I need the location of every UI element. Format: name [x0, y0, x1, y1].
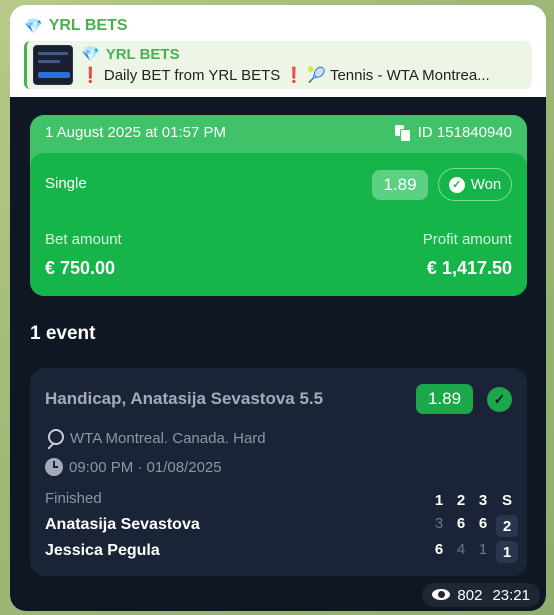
bet-id-label: ID 151840940: [417, 124, 512, 141]
event-league: WTA Montreal. Canada. Hard: [45, 429, 266, 448]
sets-total: 1: [496, 541, 518, 563]
score-row: 3 6 6 2: [428, 515, 518, 537]
bet-summary-card: 1 August 2025 at 01:57 PM ID 151840940 S…: [30, 115, 527, 296]
set-score: 3: [434, 515, 444, 532]
reply-title-label: YRL BETS: [105, 45, 180, 63]
reply-title: 💎 YRL BETS: [81, 45, 524, 64]
reply-line: ❗ Daily BET from YRL BETS ❗ 🎾 Tennis - W…: [81, 66, 524, 86]
player-name: Jessica Pegula: [45, 542, 160, 559]
set-header: 2: [456, 492, 466, 509]
check-icon: ✓: [487, 387, 512, 412]
event-odds: 1.89: [416, 384, 473, 414]
set-header: S: [501, 492, 512, 509]
exclamation-icon: ❗: [284, 66, 304, 84]
reply-text: 💎 YRL BETS ❗ Daily BET from YRL BETS ❗ 🎾…: [81, 45, 524, 86]
clock-icon: [45, 458, 63, 476]
event-status: Finished: [45, 490, 102, 507]
status-label: Won: [470, 176, 502, 193]
bet-slip-image: 1 August 2025 at 01:57 PM ID 151840940 S…: [10, 97, 546, 611]
bet-type: Single: [45, 175, 87, 192]
reply-preview[interactable]: 💎 YRL BETS ❗ Daily BET from YRL BETS ❗ 🎾…: [24, 41, 532, 89]
tennis-racket-icon: [45, 429, 64, 448]
status-badge: ✓ Won: [438, 168, 512, 201]
time-label: 09:00 PM · 01/08/2025: [69, 458, 222, 476]
events-title: 1 event: [30, 323, 96, 344]
message-footer: 802 23:21: [422, 583, 540, 607]
event-card: Handicap, Anatasija Sevastova 5.5 1.89 ✓…: [30, 368, 527, 576]
set-score: 6: [478, 515, 488, 532]
bet-odds: 1.89: [372, 170, 428, 200]
views-label: 802: [457, 586, 483, 604]
event-market: Handicap, Anatasija Sevastova 5.5: [45, 389, 324, 408]
check-icon: ✓: [448, 176, 465, 193]
copy-icon: [394, 125, 411, 142]
event-time: 09:00 PM · 01/08/2025: [45, 458, 222, 476]
league-label: WTA Montreal. Canada. Hard: [70, 430, 266, 447]
player-name: Anatasija Sevastova: [45, 516, 200, 533]
set-score: 4: [456, 541, 466, 558]
bet-date: 1 August 2025 at 01:57 PM: [45, 124, 226, 141]
set-score: 6: [456, 515, 466, 532]
message-time: 23:21: [492, 586, 530, 604]
message-header: 💎 YRL BETS 💎 YRL BETS ❗ Daily BET from Y…: [10, 5, 546, 97]
set-header: 3: [478, 492, 488, 509]
set-headers: 1 2 3 S: [428, 492, 518, 509]
profit-amount-value: € 1,417.50: [426, 258, 512, 278]
profit-amount-label: Profit amount: [422, 231, 512, 248]
sender-name[interactable]: 💎 YRL BETS: [24, 15, 532, 37]
exclamation-icon: ❗: [81, 66, 100, 84]
set-score: 1: [478, 541, 488, 558]
reply-text-prefix: Daily BET from YRL BETS: [103, 66, 281, 84]
bet-body: Single 1.89 ✓ Won Bet amount Profit amou…: [30, 153, 527, 296]
sets-total: 2: [496, 515, 518, 537]
gem-icon: 💎: [81, 46, 100, 63]
views-count: 802: [432, 587, 482, 604]
gem-icon: 💎: [24, 18, 43, 35]
reply-thumbnail: [33, 45, 73, 85]
sender-label: YRL BETS: [48, 17, 128, 34]
message-bubble: 💎 YRL BETS 💎 YRL BETS ❗ Daily BET from Y…: [10, 5, 546, 611]
eye-icon: [432, 589, 452, 601]
score-row: 6 4 1 1: [428, 541, 518, 563]
bet-amount-label: Bet amount: [45, 231, 122, 248]
tennis-ball-icon: 🎾: [307, 66, 327, 84]
bet-id: ID 151840940: [394, 124, 512, 142]
set-header: 1: [434, 492, 444, 509]
set-score: 6: [434, 541, 444, 558]
bet-top-bar: 1 August 2025 at 01:57 PM ID 151840940: [30, 115, 527, 150]
reply-text-suffix: Tennis - WTA Montrea...: [329, 66, 490, 84]
bet-amount-value: € 750.00: [45, 258, 116, 278]
